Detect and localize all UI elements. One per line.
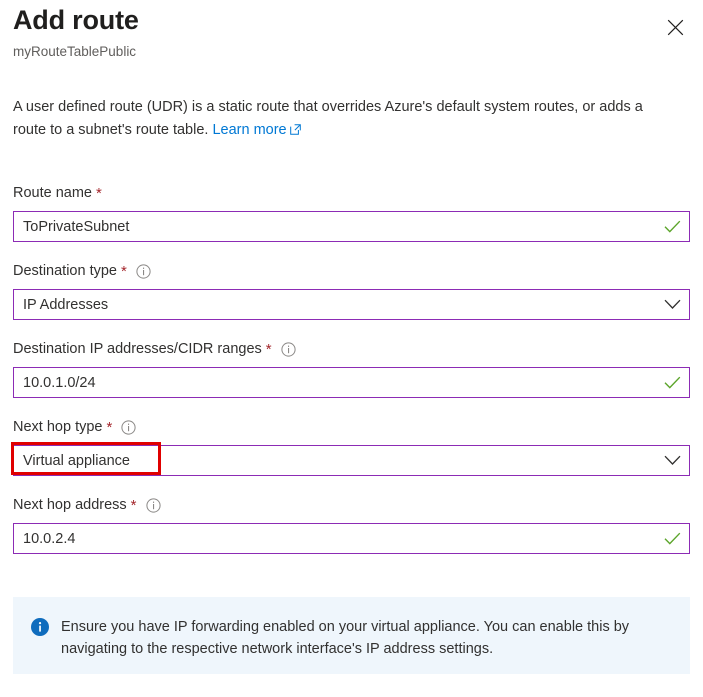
close-button[interactable]: [660, 12, 690, 42]
field-label-route-name: Route name *: [13, 183, 690, 203]
next-hop-address-value: 10.0.2.4: [23, 530, 76, 547]
destination-ip-input[interactable]: 10.0.1.0/24: [13, 367, 690, 398]
info-icon[interactable]: [281, 341, 296, 357]
field-next-hop-address: Next hop address * 10.0.2.4: [13, 495, 690, 554]
page-subtitle: myRouteTablePublic: [13, 44, 137, 59]
panel-header: Add route myRouteTablePublic: [13, 4, 690, 66]
field-label-next-hop-address: Next hop address *: [13, 495, 690, 515]
destination-type-select[interactable]: IP Addresses: [13, 289, 690, 320]
route-name-value: ToPrivateSubnet: [23, 218, 130, 235]
field-label-destination-ip: Destination IP addresses/CIDR ranges *: [13, 339, 690, 359]
checkmark-icon: [655, 220, 689, 233]
add-route-panel: Add route myRouteTablePublic A user defi…: [0, 0, 703, 697]
required-indicator: *: [106, 419, 113, 436]
required-indicator: *: [120, 263, 127, 280]
info-icon[interactable]: [121, 419, 136, 435]
learn-more-label: Learn more: [212, 122, 287, 138]
panel-description: A user defined route (UDR) is a static r…: [13, 96, 673, 143]
label-text: Next hop address: [13, 497, 127, 513]
field-label-destination-type: Destination type *: [13, 261, 690, 281]
info-icon[interactable]: [136, 263, 151, 279]
chevron-down-icon[interactable]: [655, 299, 689, 310]
checkmark-icon: [655, 532, 689, 545]
info-banner: Ensure you have IP forwarding enabled on…: [13, 597, 690, 674]
route-form: Route name * ToPrivateSubnet Destination…: [11, 183, 690, 573]
page-title: Add route: [13, 5, 139, 35]
field-destination-ip: Destination IP addresses/CIDR ranges * 1…: [13, 339, 690, 398]
required-indicator: *: [265, 341, 272, 358]
field-route-name: Route name * ToPrivateSubnet: [13, 183, 690, 242]
info-icon[interactable]: [145, 497, 161, 513]
close-icon: [667, 19, 684, 36]
checkmark-icon: [655, 376, 689, 389]
next-hop-type-select[interactable]: Virtual appliance: [11, 442, 690, 476]
learn-more-link[interactable]: Learn more: [212, 122, 301, 138]
next-hop-address-input[interactable]: 10.0.2.4: [13, 523, 690, 554]
route-name-input[interactable]: ToPrivateSubnet: [13, 211, 690, 242]
label-text: Destination IP addresses/CIDR ranges: [13, 341, 262, 357]
info-banner-text: Ensure you have IP forwarding enabled on…: [61, 619, 630, 657]
label-text: Next hop type: [13, 419, 103, 435]
field-next-hop-type: Next hop type * Virtual appliance: [11, 417, 690, 476]
label-text: Route name: [13, 185, 92, 201]
field-label-next-hop-type: Next hop type *: [13, 417, 690, 437]
description-text: A user defined route (UDR) is a static r…: [13, 99, 643, 138]
destination-ip-value: 10.0.1.0/24: [23, 374, 96, 391]
next-hop-type-value: Virtual appliance: [23, 452, 130, 469]
label-text: Destination type: [13, 263, 117, 279]
destination-type-value: IP Addresses: [23, 296, 109, 313]
chevron-down-icon[interactable]: [655, 455, 689, 466]
field-destination-type: Destination type * IP Addresses: [13, 261, 690, 320]
required-indicator: *: [130, 497, 137, 514]
external-link-icon: [289, 120, 301, 143]
info-circle-icon: [31, 618, 49, 636]
required-indicator: *: [96, 185, 102, 202]
